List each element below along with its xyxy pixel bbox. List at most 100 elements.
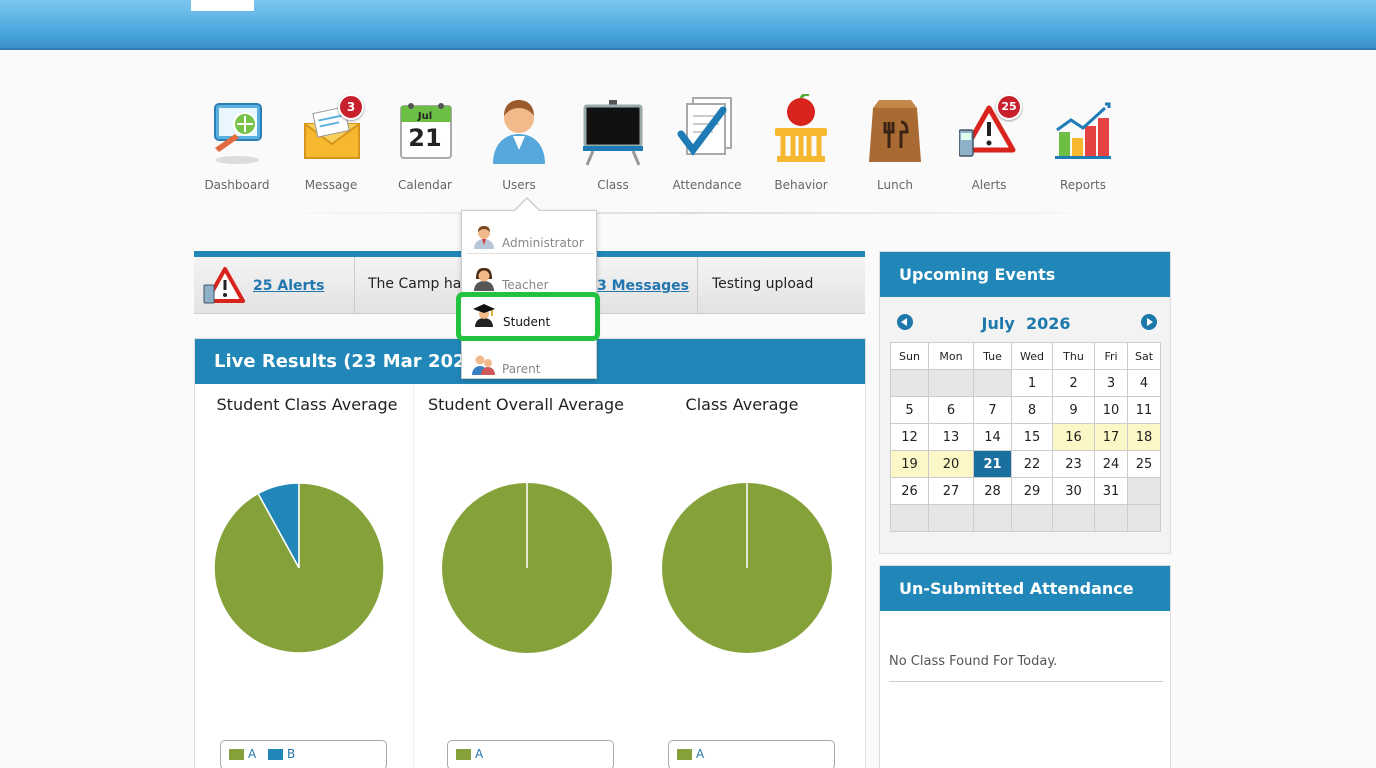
unsubmitted-attendance-title: Un-Submitted Attendance — [880, 566, 1170, 611]
live-results-panel: Live Results (23 Mar 2026 - 17 Student C… — [194, 338, 866, 768]
calendar-day[interactable]: 10 — [1094, 396, 1128, 424]
calendar-day[interactable]: 3 — [1094, 369, 1128, 397]
next-month-icon[interactable] — [1141, 314, 1157, 330]
messages-link[interactable]: 3 Messages — [597, 278, 689, 294]
dashboard-icon — [214, 103, 262, 164]
weekday-header: Sun — [890, 342, 929, 370]
calendar-empty-cell — [890, 369, 929, 397]
nav-calendar[interactable]: Jul 21 Calendar — [378, 90, 472, 200]
alerts-summary: 25 Alerts — [194, 257, 355, 313]
pie-legend: A B — [220, 740, 387, 768]
calendar-icon-month: Jul — [417, 111, 433, 122]
class-icon — [583, 100, 643, 166]
weekday-header: Thu — [1052, 342, 1095, 370]
calendar-day[interactable]: 27 — [928, 477, 974, 505]
nav-message[interactable]: 3 Message — [284, 90, 378, 200]
alerts-link[interactable]: 25 Alerts — [253, 278, 324, 294]
calendar-empty-cell — [928, 504, 974, 532]
nav-behavior[interactable]: Behavior — [754, 90, 848, 200]
calendar-day[interactable]: 19 — [890, 450, 929, 478]
upcoming-events-panel: Upcoming Events July 2026 Sun Mon Tue Wed Th… — [879, 251, 1171, 554]
menu-item-parent[interactable]: Parent — [462, 341, 598, 383]
calendar-day[interactable]: 14 — [973, 423, 1012, 451]
calendar-week: 19 20 21 22 23 24 25 — [890, 450, 1161, 478]
pie-title: Student Class Average — [216, 395, 398, 414]
calendar-empty-cell — [1094, 504, 1128, 532]
menu-item-administrator[interactable]: Administrator — [462, 215, 598, 257]
calendar-empty-cell — [928, 369, 974, 397]
calendar-week: 5 6 7 8 9 10 11 — [890, 396, 1161, 424]
pie-legend: A — [668, 740, 835, 768]
calendar-day[interactable]: 15 — [1011, 423, 1053, 451]
calendar-day[interactable]: 5 — [890, 396, 929, 424]
pie-chart-3: Class Average A — [637, 384, 861, 768]
calendar-day[interactable]: 8 — [1011, 396, 1053, 424]
calendar-empty-cell — [1052, 504, 1095, 532]
calendar-day[interactable]: 24 — [1094, 450, 1128, 478]
calendar-day[interactable]: 28 — [973, 477, 1012, 505]
nav-attendance[interactable]: Attendance — [660, 90, 754, 200]
nav-alerts[interactable]: 25 Alerts — [942, 90, 1036, 200]
calendar-day[interactable]: 20 — [928, 450, 974, 478]
calendar-month-label: July 2026 — [880, 314, 1172, 333]
nav-divider — [260, 212, 1120, 214]
calendar-day[interactable]: 31 — [1094, 477, 1128, 505]
weekday-header: Mon — [928, 342, 974, 370]
calendar-day[interactable]: 4 — [1127, 369, 1161, 397]
calendar-day[interactable]: 11 — [1127, 396, 1161, 424]
calendar-week: 12 13 14 15 16 17 18 — [890, 423, 1161, 451]
menu-item-label: Parent — [502, 362, 541, 376]
calendar-day[interactable]: 7 — [973, 396, 1012, 424]
calendar-day[interactable]: 25 — [1127, 450, 1161, 478]
pie-svg — [442, 483, 612, 653]
nav-label: Lunch — [877, 178, 913, 192]
teacher-icon — [474, 268, 494, 291]
legend-label: B — [287, 747, 296, 761]
top-bar — [0, 0, 1376, 50]
calendar-day[interactable]: 17 — [1094, 423, 1128, 451]
calendar-day[interactable]: 21 — [973, 450, 1012, 478]
weekday-header: Sat — [1127, 342, 1161, 370]
calendar-icon-day: 21 — [408, 124, 442, 152]
calendar-empty-cell — [1011, 504, 1053, 532]
nav-lunch[interactable]: Lunch — [848, 90, 942, 200]
calendar-day[interactable]: 30 — [1052, 477, 1095, 505]
calendar-empty-cell — [1127, 477, 1161, 505]
calendar-day[interactable]: 18 — [1127, 423, 1161, 451]
student-icon — [473, 304, 495, 327]
nav-label: Message — [304, 178, 358, 192]
nav-class[interactable]: Class — [566, 90, 660, 200]
no-class-message: No Class Found For Today. — [889, 654, 1163, 682]
calendar-month: July — [981, 314, 1015, 333]
nav-label: Users — [502, 178, 536, 192]
legend-swatch — [456, 749, 471, 760]
nav-dashboard[interactable]: Dashboard — [190, 90, 284, 200]
legend-swatch — [677, 749, 692, 760]
legend-item-a: A — [677, 747, 704, 761]
calendar-day[interactable]: 9 — [1052, 396, 1095, 424]
calendar-day[interactable]: 23 — [1052, 450, 1095, 478]
legend-item-a: A — [456, 747, 483, 761]
calendar-day[interactable]: 16 — [1052, 423, 1095, 451]
calendar-week — [890, 504, 1161, 532]
legend-label: A — [696, 747, 705, 761]
calendar-day[interactable]: 29 — [1011, 477, 1053, 505]
calendar-day[interactable]: 13 — [928, 423, 974, 451]
menu-item-label: Administrator — [502, 236, 584, 250]
logo[interactable] — [191, 0, 254, 11]
parent-icon — [472, 355, 495, 375]
calendar-nav: July 2026 — [880, 314, 1172, 333]
legend-swatch — [229, 749, 244, 760]
alert-warning-icon — [203, 267, 245, 304]
calendar-day[interactable]: 1 — [1011, 369, 1053, 397]
calendar-day[interactable]: 6 — [928, 396, 974, 424]
menu-item-student[interactable]: Student — [456, 292, 600, 341]
nav-label: Attendance — [672, 178, 742, 192]
calendar-day[interactable]: 22 — [1011, 450, 1053, 478]
nav-users[interactable]: Users — [472, 90, 566, 200]
calendar-day[interactable]: 12 — [890, 423, 929, 451]
nav-reports[interactable]: Reports — [1036, 90, 1130, 200]
calendar-day[interactable]: 2 — [1052, 369, 1095, 397]
calendar-day[interactable]: 26 — [890, 477, 929, 505]
attendance-icon — [677, 97, 732, 156]
